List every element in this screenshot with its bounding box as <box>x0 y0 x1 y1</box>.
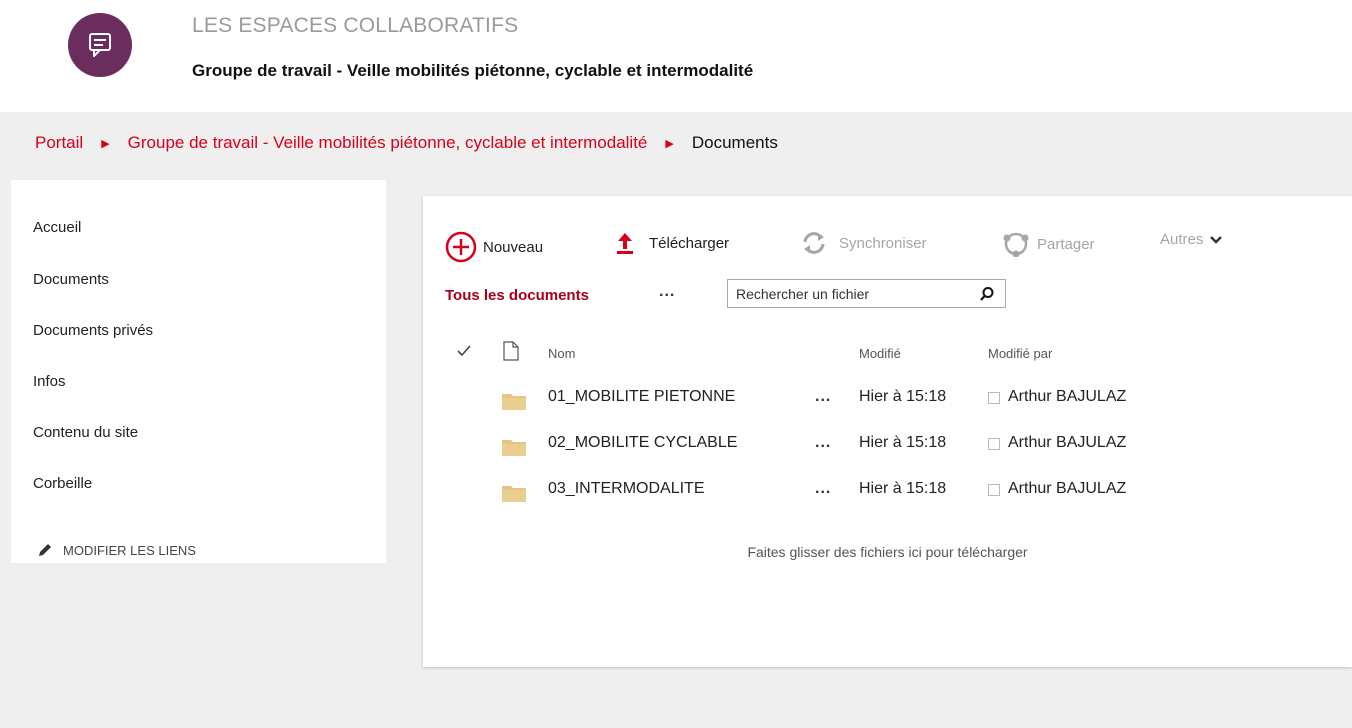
select-all-checkmark-icon[interactable] <box>457 345 471 357</box>
more-commands-button[interactable]: Autres <box>1160 231 1223 248</box>
new-button[interactable]: Nouveau <box>445 231 543 263</box>
site-subtitle[interactable]: Groupe de travail - Veille mobilités pié… <box>192 61 753 81</box>
chat-icon <box>89 33 111 57</box>
search-input[interactable] <box>728 280 968 307</box>
share-button-label: Partager <box>1037 235 1095 253</box>
folder-icon <box>502 394 526 410</box>
nav-item-documents-prives[interactable]: Documents privés <box>33 322 153 339</box>
nav-item-corbeille[interactable]: Corbeille <box>33 475 92 492</box>
row-modified-by[interactable]: Arthur BAJULAZ <box>1008 434 1126 452</box>
sync-button[interactable]: Synchroniser <box>801 231 927 255</box>
row-more-button[interactable]: ... <box>815 434 831 452</box>
breadcrumb-groupe[interactable]: Groupe de travail - Veille mobilités pié… <box>128 133 648 153</box>
view-selector[interactable]: Tous les documents <box>445 287 589 304</box>
row-more-button[interactable]: ... <box>815 480 831 498</box>
upload-arrow-icon <box>617 233 633 254</box>
column-header-modified-by[interactable]: Modifié par <box>988 346 1052 361</box>
triangle-right-icon: ▶ <box>101 137 110 150</box>
file-type-icon <box>503 341 519 361</box>
nav-item-accueil[interactable]: Accueil <box>33 219 81 236</box>
share-icon <box>1003 232 1029 257</box>
breadcrumb-portail[interactable]: Portail <box>35 133 83 153</box>
presence-indicator <box>988 438 1000 450</box>
search-box <box>727 279 1006 308</box>
table-row[interactable]: 03_INTERMODALITE ... Hier à 15:18 Arthur… <box>423 476 1352 520</box>
search-icon[interactable] <box>979 286 995 302</box>
row-modified: Hier à 15:18 <box>859 480 947 497</box>
pencil-icon <box>39 544 51 556</box>
row-modified-by[interactable]: Arthur BAJULAZ <box>1008 388 1126 406</box>
site-logo[interactable] <box>68 13 132 77</box>
plus-circle-icon <box>445 231 477 263</box>
upload-button-label: Télécharger <box>649 234 730 252</box>
table-row[interactable]: 02_MOBILITE CYCLABLE ... Hier à 15:18 Ar… <box>423 430 1352 474</box>
row-name[interactable]: 02_MOBILITE CYCLABLE <box>548 434 737 452</box>
column-header-name[interactable]: Nom <box>548 346 575 361</box>
breadcrumb-current: Documents <box>691 133 778 152</box>
more-commands-label: Autres <box>1160 231 1204 248</box>
sync-icon <box>803 232 825 254</box>
table-row[interactable]: 01_MOBILITE PIETONNE ... Hier à 15:18 Ar… <box>423 384 1352 428</box>
upload-button[interactable]: Télécharger <box>615 231 729 255</box>
site-header: LES ESPACES COLLABORATIFS Groupe de trav… <box>0 0 1352 112</box>
row-name[interactable]: 03_INTERMODALITE <box>548 480 704 498</box>
view-more-button[interactable]: ... <box>659 283 675 301</box>
column-header-modified[interactable]: Modifié <box>859 346 901 361</box>
row-modified: Hier à 15:18 <box>859 388 947 405</box>
sync-button-label: Synchroniser <box>839 234 927 252</box>
row-modified-by[interactable]: Arthur BAJULAZ <box>1008 480 1126 498</box>
folder-icon <box>502 486 526 502</box>
drop-zone-hint: Faites glisser des fichiers ici pour tél… <box>747 544 1028 560</box>
left-navigation: Accueil Documents Documents privés Infos… <box>11 180 386 563</box>
new-button-label: Nouveau <box>483 238 544 256</box>
edit-links-button[interactable]: MODIFIER LES LIENS <box>37 542 196 558</box>
nav-item-documents[interactable]: Documents <box>33 271 109 288</box>
row-more-button[interactable]: ... <box>815 388 831 406</box>
chevron-down-icon <box>1210 235 1223 244</box>
presence-indicator <box>988 392 1000 404</box>
document-library: Nouveau Télécharger Synchroniser Partage… <box>423 196 1352 667</box>
breadcrumb: Portail ▶ Groupe de travail - Veille mob… <box>35 133 778 153</box>
nav-item-contenu-du-site[interactable]: Contenu du site <box>33 424 138 441</box>
edit-links-label: MODIFIER LES LIENS <box>63 542 196 558</box>
row-name[interactable]: 01_MOBILITE PIETONNE <box>548 388 735 406</box>
nav-item-infos[interactable]: Infos <box>33 373 66 390</box>
site-title[interactable]: LES ESPACES COLLABORATIFS <box>192 14 518 38</box>
row-modified: Hier à 15:18 <box>859 434 947 451</box>
triangle-right-icon: ▶ <box>665 137 674 150</box>
presence-indicator <box>988 484 1000 496</box>
share-button[interactable]: Partager <box>1001 231 1095 257</box>
folder-icon <box>502 440 526 456</box>
